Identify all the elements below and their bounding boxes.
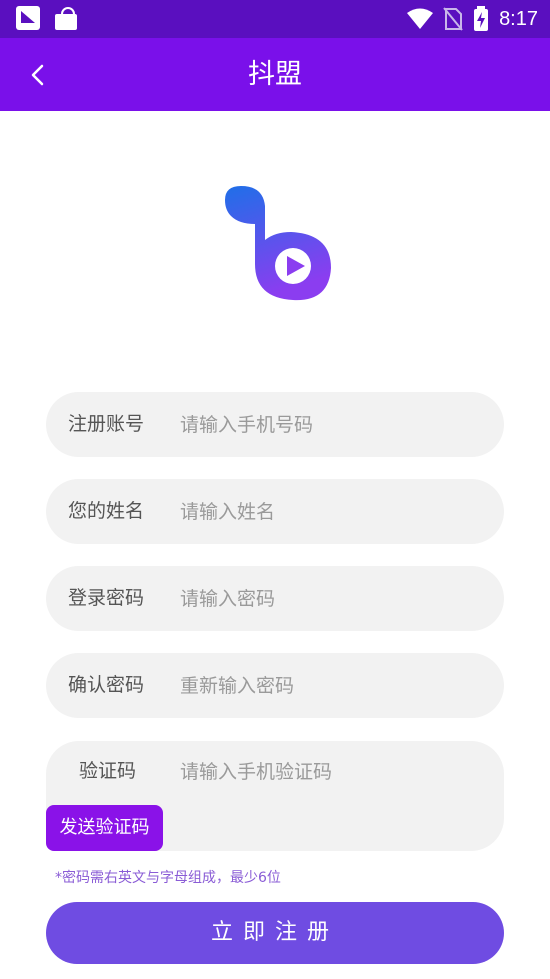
shopping-bag-icon	[54, 6, 78, 30]
name-field: 您的姓名	[46, 479, 504, 544]
app-logo	[225, 186, 331, 301]
status-time: 8:17	[499, 7, 538, 30]
verification-code-label: 验证码	[79, 760, 137, 782]
name-label: 您的姓名	[68, 500, 145, 522]
app-header: 抖盟	[0, 38, 550, 111]
verification-code-input[interactable]	[180, 741, 480, 802]
no-sim-icon	[443, 7, 463, 31]
confirm-password-label: 确认密码	[68, 674, 145, 696]
confirm-password-input[interactable]	[180, 653, 480, 718]
password-field: 登录密码	[46, 566, 504, 631]
password-label: 登录密码	[68, 587, 145, 609]
page-title: 抖盟	[248, 59, 302, 90]
account-label: 注册账号	[68, 413, 145, 435]
status-right-icons: 8:17	[407, 0, 538, 38]
verification-code-field: 验证码 发送验证码	[46, 741, 504, 851]
password-hint: *密码需右英文与字母组成，最少6位	[55, 870, 281, 886]
name-input[interactable]	[180, 479, 480, 544]
app-notification-icon	[16, 6, 40, 30]
register-button[interactable]: 立即注册	[46, 902, 504, 964]
status-left-icons	[16, 6, 78, 30]
status-bar: 8:17	[0, 0, 550, 38]
battery-charging-icon	[474, 6, 489, 31]
account-input[interactable]	[180, 392, 480, 457]
password-input[interactable]	[180, 566, 480, 631]
account-field: 注册账号	[46, 392, 504, 457]
confirm-password-field: 确认密码	[46, 653, 504, 718]
wifi-icon	[407, 8, 434, 29]
send-code-button[interactable]: 发送验证码	[46, 805, 163, 851]
